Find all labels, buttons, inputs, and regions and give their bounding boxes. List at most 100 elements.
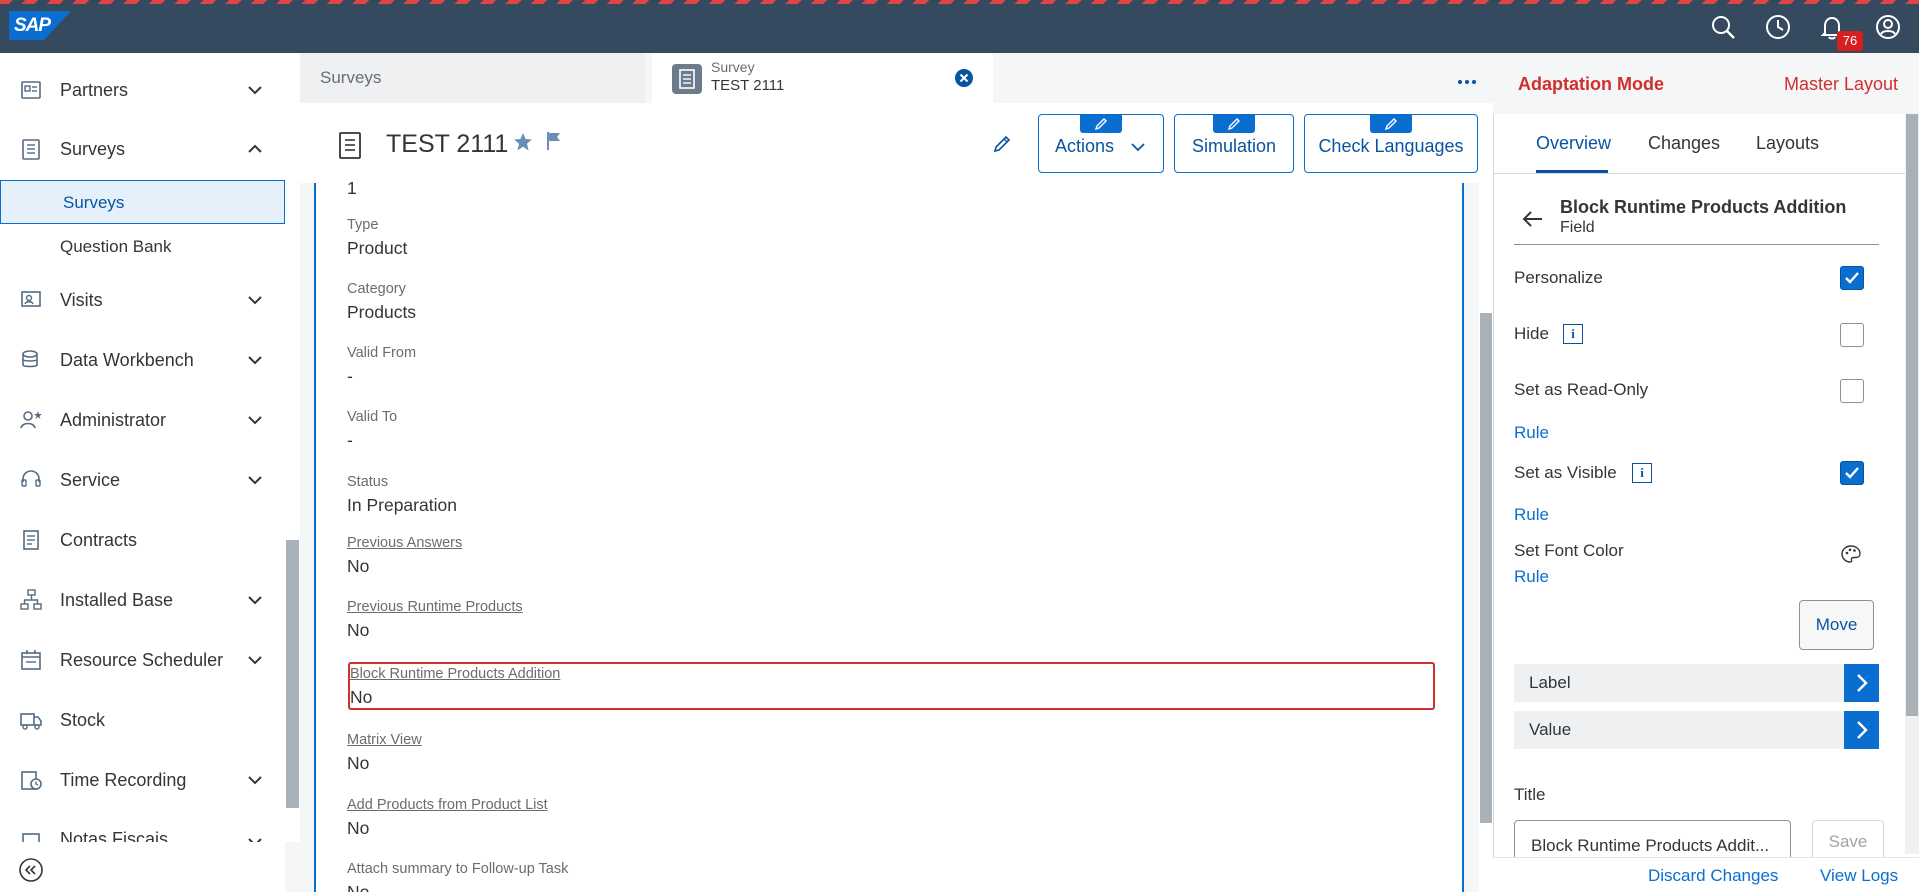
time-recording-icon: [19, 768, 43, 792]
close-tab-icon[interactable]: [954, 68, 974, 88]
info-icon[interactable]: i: [1563, 324, 1583, 344]
field-previous-answers[interactable]: Previous Answers No: [347, 535, 462, 577]
contracts-icon: [19, 528, 43, 552]
field-label: Type: [347, 217, 379, 233]
chevron-right-icon[interactable]: [1844, 711, 1879, 749]
personalize-checkbox[interactable]: [1840, 266, 1864, 290]
hide-checkbox[interactable]: [1840, 323, 1864, 347]
tab-survey-test-2111[interactable]: Survey TEST 2111: [652, 53, 993, 103]
flag-icon[interactable]: [545, 131, 563, 151]
adapt-edit-icon: [1213, 114, 1255, 133]
field-matrix-view[interactable]: Matrix View No: [347, 732, 422, 774]
tab-surveys[interactable]: Surveys: [300, 53, 645, 103]
collapse-navigation-icon[interactable]: [18, 857, 44, 883]
view-logs-link[interactable]: View Logs: [1820, 866, 1898, 886]
palette-icon[interactable]: [1840, 543, 1862, 565]
content-scroll-thumb[interactable]: [1480, 313, 1492, 823]
chevron-down-icon: [244, 469, 266, 491]
panel-scroll-thumb[interactable]: [1906, 114, 1918, 716]
survey-tab-icon: [672, 64, 702, 94]
nav-item-visits[interactable]: Visits: [0, 271, 285, 329]
chevron-down-icon: [244, 79, 266, 101]
check-languages-button[interactable]: Check Languages: [1304, 114, 1478, 173]
field-category: Category Products: [347, 281, 416, 323]
field-value: -: [347, 430, 353, 450]
rule-link-read-only[interactable]: Rule: [1514, 423, 1549, 443]
adaptation-mode-title: Adaptation Mode: [1518, 74, 1664, 94]
nav-item-partners[interactable]: Partners: [0, 61, 285, 119]
nav-item-service[interactable]: Service: [0, 451, 285, 509]
accordion-value[interactable]: Value: [1514, 711, 1879, 749]
title-input-value: Block Runtime Products Addit...: [1531, 836, 1770, 855]
service-icon: [19, 468, 43, 492]
field-valid-to: Valid To -: [347, 409, 397, 451]
search-icon[interactable]: [1709, 13, 1737, 41]
nav-label: Surveys: [60, 138, 126, 159]
field-label: Previous Runtime Products: [347, 599, 523, 615]
field-value: Product: [347, 238, 408, 258]
chevron-right-icon[interactable]: [1844, 664, 1879, 702]
logo-text: SAP: [14, 15, 51, 36]
title-field-label: Title: [1514, 785, 1546, 804]
info-icon[interactable]: i: [1632, 463, 1652, 483]
data-workbench-icon: [19, 348, 43, 372]
edit-pencil-icon[interactable]: [992, 134, 1012, 154]
nav-subitem-surveys[interactable]: Surveys: [0, 180, 285, 224]
accordion-label-text: Label: [1529, 673, 1571, 692]
sidebar-scroll-thumb[interactable]: [286, 540, 299, 808]
back-arrow-icon[interactable]: [1521, 208, 1545, 230]
field-value: -: [347, 366, 353, 386]
tab-changes[interactable]: Changes: [1648, 133, 1720, 154]
field-add-products-from-product-list[interactable]: Add Products from Product List No: [347, 797, 548, 839]
nav-label: Resource Scheduler: [60, 649, 224, 670]
tab-overview[interactable]: Overview: [1536, 133, 1611, 154]
history-icon[interactable]: [1764, 13, 1792, 41]
notas-fiscais-icon: [19, 831, 43, 842]
overflow-more-icon[interactable]: [1456, 78, 1478, 86]
nav-item-contracts[interactable]: Contracts: [0, 511, 285, 569]
stock-icon: [19, 708, 43, 732]
nav-item-surveys[interactable]: Surveys: [0, 120, 285, 178]
field-value: No: [350, 687, 373, 707]
favorite-star-icon[interactable]: [512, 131, 534, 153]
nav-item-installed-base[interactable]: Installed Base: [0, 571, 285, 629]
nav-item-data-workbench[interactable]: Data Workbench: [0, 331, 285, 389]
nav-label: Installed Base: [60, 589, 174, 610]
rule-link-visible[interactable]: Rule: [1514, 505, 1549, 525]
nav-label: Time Recording: [60, 769, 187, 790]
visible-checkbox[interactable]: [1840, 461, 1864, 485]
read-only-checkbox[interactable]: [1840, 379, 1864, 403]
actions-button[interactable]: Actions: [1038, 114, 1164, 173]
nav-item-resource-scheduler[interactable]: Resource Scheduler: [0, 631, 285, 689]
user-avatar-icon[interactable]: [1874, 13, 1902, 41]
nav-subitem-question-bank[interactable]: Question Bank: [0, 225, 285, 269]
installed-base-icon: [19, 588, 43, 612]
move-button[interactable]: Move: [1799, 600, 1874, 650]
field-label: Valid To: [347, 409, 398, 425]
field-top-value: 1: [347, 173, 357, 199]
field-block-runtime-products-addition[interactable]: Block Runtime Products Addition No: [350, 666, 560, 708]
accordion-label[interactable]: Label: [1514, 664, 1879, 702]
chevron-down-icon: [244, 831, 266, 842]
nav-item-time-recording[interactable]: Time Recording: [0, 751, 285, 809]
nav-item-notas-fiscais[interactable]: Notas Fiscais: [0, 811, 285, 842]
tab-layouts[interactable]: Layouts: [1756, 133, 1819, 154]
discard-changes-link[interactable]: Discard Changes: [1648, 866, 1778, 886]
master-layout-label[interactable]: Master Layout: [1784, 74, 1898, 95]
page-title: TEST 2111: [386, 130, 509, 158]
field-value: No: [347, 753, 370, 773]
field-attach-summary[interactable]: Attach summary to Follow-up Task No: [347, 861, 747, 892]
field-value: No: [347, 818, 370, 838]
simulation-button[interactable]: Simulation: [1174, 114, 1294, 173]
rule-link-font-color[interactable]: Rule: [1514, 567, 1549, 587]
nav-item-stock[interactable]: Stock: [0, 691, 285, 749]
nav-label: Administrator: [60, 409, 167, 430]
breadcrumb-divider: [1514, 244, 1879, 245]
field-previous-runtime-products[interactable]: Previous Runtime Products No: [347, 599, 523, 641]
nav-item-administrator[interactable]: Administrator: [0, 391, 285, 449]
nav-label: Partners: [60, 79, 129, 100]
font-color-label: Set Font Color: [1514, 541, 1624, 560]
chevron-down-icon: [244, 769, 266, 791]
field-value: No: [347, 620, 370, 640]
field-label: Add Products from Product List: [347, 797, 548, 813]
